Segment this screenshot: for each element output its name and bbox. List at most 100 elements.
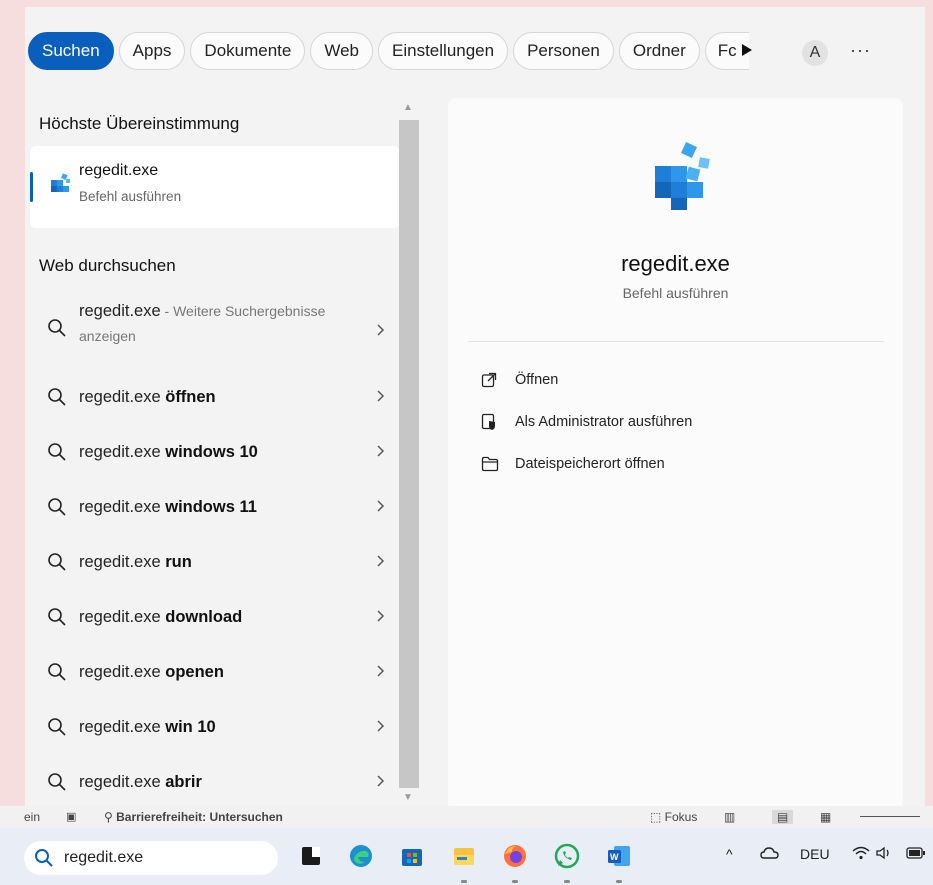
running-indicator	[461, 880, 467, 883]
focus-label: Fokus	[664, 810, 698, 824]
suggestion-prefix: regedit.exe	[79, 443, 166, 461]
suggestion-term: abrir	[165, 773, 202, 791]
suggestion-prefix: regedit.exe	[79, 388, 166, 406]
language-indicator[interactable]: DEU	[800, 846, 830, 862]
suggestion-row[interactable]: regedit.exe download	[30, 593, 400, 643]
suggestion-row[interactable]: regedit.exe windows 10	[30, 428, 400, 478]
avatar[interactable]: A	[802, 40, 828, 66]
background-app-strip: ein ▣ ⚲ Barrierefreiheit: Untersuchen ⬚ …	[0, 806, 933, 828]
suggestion-row[interactable]: regedit.exe öffnen	[30, 373, 400, 423]
microsoft-store-icon[interactable]	[399, 843, 425, 869]
suggestion-prefix: regedit.exe	[79, 498, 166, 516]
more-options-icon[interactable]: ···	[850, 40, 871, 61]
shield-admin-icon	[481, 412, 501, 432]
print-layout-icon: ▤	[772, 810, 794, 824]
running-indicator	[564, 880, 570, 883]
detail-subtitle: Befehl ausführen	[622, 285, 729, 301]
registry-editor-icon	[47, 171, 73, 202]
scroll-up-icon[interactable]: ▲	[403, 102, 413, 113]
search-icon	[35, 849, 53, 867]
action-open[interactable]: Öffnen	[481, 366, 558, 394]
scroll-tabs-right-icon[interactable]	[742, 44, 752, 56]
folder-icon	[481, 454, 501, 474]
best-match-item[interactable]: regedit.exe Befehl ausführen	[30, 146, 400, 228]
web-result-more[interactable]: regedit.exe - Weitere Suchergebnisse anz…	[30, 298, 400, 360]
detail-title: regedit.exe	[621, 251, 730, 276]
results-scrollbar[interactable]: ▲ ▼	[399, 98, 419, 808]
suggestion-row[interactable]: regedit.exe win 10	[30, 703, 400, 753]
web-search-heading: Web durchsuchen	[39, 256, 176, 275]
search-icon	[48, 608, 66, 626]
chevron-right-icon	[377, 610, 385, 622]
tab-web[interactable]: Web	[310, 32, 374, 70]
best-match-heading: Höchste Übereinstimmung	[39, 114, 240, 133]
suggestion-prefix: regedit.exe	[79, 663, 166, 681]
search-icon	[48, 773, 66, 791]
word-icon[interactable]: W	[606, 843, 632, 869]
file-explorer-icon[interactable]	[451, 843, 477, 869]
tab-einstellungen[interactable]: Einstellungen	[378, 32, 509, 70]
scrollbar-thumb[interactable]	[399, 120, 419, 788]
edge-browser-icon[interactable]	[348, 843, 374, 869]
web-result-prefix: regedit.exe	[79, 302, 161, 320]
battery-icon[interactable]	[906, 846, 926, 862]
whatsapp-icon[interactable]	[554, 843, 580, 869]
chevron-right-icon	[377, 775, 385, 787]
svg-text:W: W	[610, 852, 619, 862]
show-hidden-icons-icon[interactable]: ^	[726, 846, 733, 862]
search-icon	[48, 319, 66, 337]
tab-apps[interactable]: Apps	[118, 32, 186, 70]
taskbar-search-box[interactable]: regedit.exe	[24, 841, 278, 875]
suggestion-row[interactable]: regedit.exe windows 11	[30, 483, 400, 533]
firefox-icon[interactable]	[502, 843, 528, 869]
wifi-icon[interactable]	[852, 846, 870, 863]
focus-mode: ⬚ Fokus	[650, 810, 697, 824]
tab-ordner[interactable]: Ordner	[618, 32, 700, 70]
action-label: Als Administrator ausführen	[515, 414, 693, 430]
best-match-subtitle: Befehl ausführen	[79, 189, 182, 204]
suggestion-row[interactable]: regedit.exe run	[30, 538, 400, 588]
detail-pane: regedit.exe Befehl ausführen Öffnen Als …	[448, 98, 903, 810]
accessibility-check: ⚲ Barrierefreiheit: Untersuchen	[104, 810, 283, 824]
action-label: Dateispeicherort öffnen	[515, 456, 665, 472]
chevron-right-icon	[377, 555, 385, 567]
chevron-right-icon	[377, 500, 385, 512]
strip-text: ein	[24, 810, 41, 824]
registry-editor-large-icon	[647, 138, 717, 219]
suggestion-term: win 10	[165, 718, 216, 736]
divider	[468, 341, 884, 342]
action-label: Öffnen	[515, 372, 559, 388]
taskbar-search-value: regedit.exe	[64, 849, 144, 866]
suggestion-row[interactable]: regedit.exe abrir	[30, 758, 400, 808]
action-run-as-admin[interactable]: Als Administrator ausführen	[481, 408, 692, 436]
suggestion-term: windows 11	[165, 498, 257, 516]
tab-suchen[interactable]: Suchen	[28, 32, 114, 70]
running-indicator	[512, 880, 518, 883]
action-open-file-location[interactable]: Dateispeicherort öffnen	[481, 450, 665, 478]
suggestion-term: windows 10	[165, 443, 258, 461]
read-mode-icon: ▥	[724, 810, 736, 824]
suggestion-row[interactable]: regedit.exe openen	[30, 648, 400, 698]
tab-dokumente[interactable]: Dokumente	[190, 32, 306, 70]
search-icon	[48, 498, 66, 516]
suggestion-term: openen	[165, 663, 224, 681]
onedrive-cloud-icon[interactable]	[760, 846, 780, 863]
volume-icon[interactable]	[876, 846, 892, 863]
scroll-down-icon[interactable]: ▼	[403, 792, 413, 803]
results-list: Höchste Übereinstimmung regedit.exe Befe…	[30, 90, 400, 800]
suggestion-prefix: regedit.exe	[79, 608, 166, 626]
suggestion-term: run	[165, 553, 192, 571]
view-icon: ▣	[66, 811, 77, 823]
tab-personen[interactable]: Personen	[513, 32, 614, 70]
suggestion-term: öffnen	[165, 388, 216, 406]
chevron-right-icon	[377, 720, 385, 732]
search-icon	[48, 663, 66, 681]
web-layout-icon: ▦	[820, 810, 832, 824]
task-view-icon[interactable]	[298, 843, 324, 869]
web-result-hint: - Weitere Suchergebnisse	[160, 303, 326, 319]
search-icon	[48, 443, 66, 461]
selection-indicator	[30, 172, 33, 202]
focus-icon: ⬚	[650, 810, 665, 824]
taskbar: regedit.exe W ^ DEU	[0, 828, 933, 885]
zoom-slider	[860, 816, 920, 817]
